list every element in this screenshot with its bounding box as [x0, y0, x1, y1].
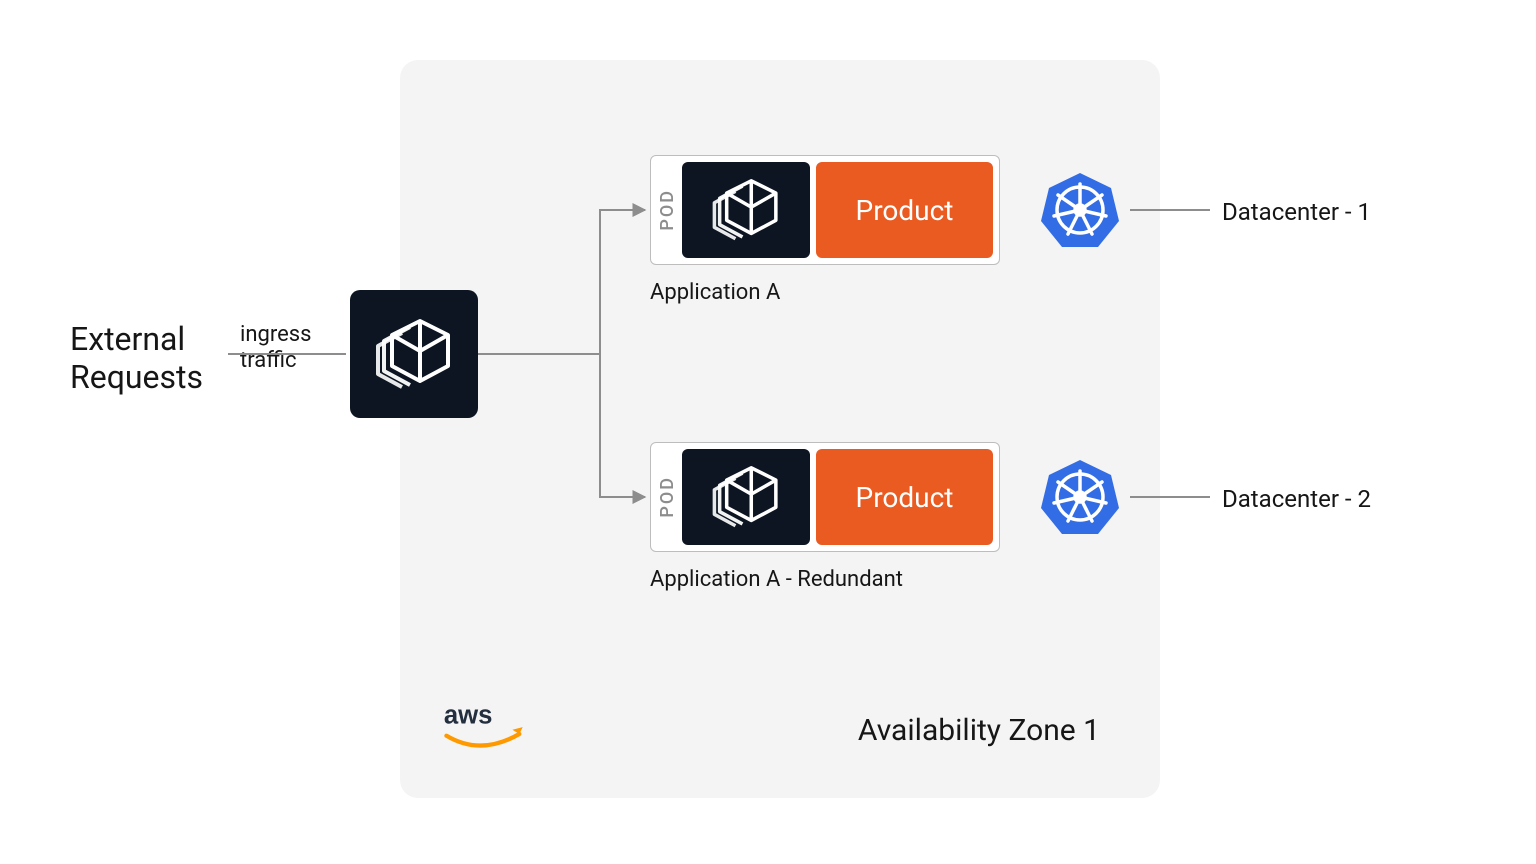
pod-tag: POD: [657, 476, 678, 518]
external-requests-label: External Requests: [70, 320, 203, 397]
pod-card-2: POD Product: [650, 442, 1000, 552]
aws-text: aws: [444, 702, 493, 730]
product-container: Product: [816, 449, 993, 545]
ingress-traffic-label: ingress traffic: [240, 322, 311, 375]
kubernetes-icon: [1040, 170, 1120, 250]
aws-logo-icon: aws: [430, 698, 540, 758]
container-stack-icon: [707, 459, 785, 535]
gateway-node: [350, 290, 478, 418]
sidecar-container: [682, 162, 810, 258]
datacenter-1-label: Datacenter - 1: [1222, 198, 1371, 226]
product-label: Product: [856, 194, 954, 227]
zone-title: Availability Zone 1: [858, 713, 1100, 748]
product-label: Product: [856, 481, 954, 514]
application-a-redundant-label: Application A - Redundant: [650, 567, 903, 592]
datacenter-2-label: Datacenter - 2: [1222, 485, 1371, 513]
pod-tag: POD: [657, 189, 678, 231]
sidecar-container: [682, 449, 810, 545]
product-container: Product: [816, 162, 993, 258]
pod-card-1: POD Product: [650, 155, 1000, 265]
container-stack-icon: [707, 172, 785, 248]
container-stack-icon: [370, 311, 458, 397]
kubernetes-icon: [1040, 457, 1120, 537]
diagram-canvas: Availability Zone 1 aws External Request…: [0, 0, 1536, 864]
application-a-label: Application A: [650, 280, 780, 305]
